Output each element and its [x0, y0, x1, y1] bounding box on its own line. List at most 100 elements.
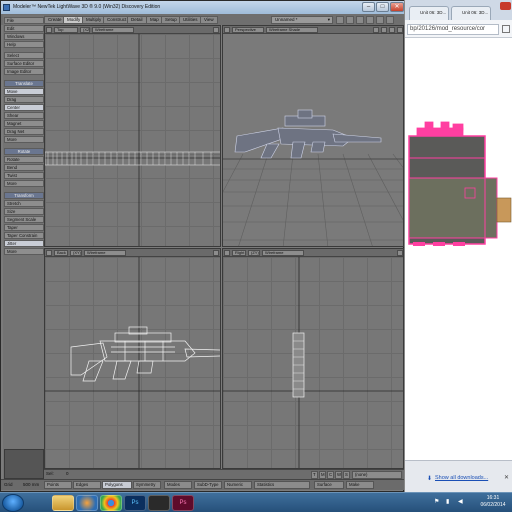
taper-constrain-button[interactable]: Taper Constrain: [4, 232, 44, 239]
rotate-button[interactable]: Rotate: [4, 156, 44, 163]
viewport-right[interactable]: Right (ZY) Wireframe: [222, 248, 404, 469]
drag-net-button[interactable]: Drag Net: [4, 128, 44, 135]
viewport-options-icon[interactable]: [213, 250, 219, 256]
viewport-maximize-icon[interactable]: [224, 27, 230, 33]
maximize-button[interactable]: □: [376, 2, 389, 12]
w-button[interactable]: W: [335, 471, 342, 479]
edit-button[interactable]: Edit: [4, 25, 44, 32]
segment-scale-button[interactable]: Segment Scale: [4, 216, 44, 223]
viewport-back[interactable]: Back (XY) Wireframe: [44, 248, 221, 469]
viewport-options-icon[interactable]: [213, 27, 219, 33]
edges-mode-button[interactable]: Edges: [73, 481, 101, 489]
windows-button[interactable]: Windows: [4, 33, 44, 40]
t-button[interactable]: T: [311, 471, 318, 479]
pan-icon[interactable]: [373, 27, 379, 33]
s-button[interactable]: S: [343, 471, 350, 479]
tab-detail[interactable]: Detail: [127, 16, 147, 24]
polygons-mode-button[interactable]: Polygons: [102, 481, 132, 489]
surface-button[interactable]: Surface: [314, 481, 344, 489]
layer-button-1[interactable]: [336, 16, 344, 24]
layer-dropdown[interactable]: Unnamed * ▾: [271, 16, 333, 24]
magnet-button[interactable]: Magnet: [4, 120, 44, 127]
jitter-button[interactable]: Jitter: [4, 240, 44, 247]
drag-button[interactable]: Drag: [4, 96, 44, 103]
photoshop-icon[interactable]: Ps: [124, 495, 146, 511]
layer-button-5[interactable]: [376, 16, 384, 24]
viewport-maximize-icon[interactable]: [46, 250, 52, 256]
taper-button[interactable]: Taper: [4, 224, 44, 231]
m-button[interactable]: M: [319, 471, 326, 479]
chrome-icon[interactable]: [100, 495, 122, 511]
media-player-icon[interactable]: [76, 495, 98, 511]
zoom-icon[interactable]: [389, 27, 395, 33]
close-icon[interactable]: ✕: [504, 474, 509, 481]
show-all-downloads-link[interactable]: Show all downloads...: [435, 475, 488, 481]
statistics-button[interactable]: Statistics: [254, 481, 310, 489]
volume-icon[interactable]: ◀: [458, 498, 463, 505]
select-button[interactable]: Select: [4, 52, 44, 59]
address-bar[interactable]: bp/20126/mod_resource/cor: [407, 24, 499, 35]
symmetry-button[interactable]: Symmetry: [133, 481, 161, 489]
viewport-perspective-view-select[interactable]: Perspective: [232, 27, 264, 33]
minimize-button[interactable]: –: [362, 2, 375, 12]
layer-button-3[interactable]: [356, 16, 364, 24]
tab-setup[interactable]: Setup: [161, 16, 181, 24]
image-editor-button[interactable]: Image Editor: [4, 68, 44, 75]
menu-icon[interactable]: [502, 25, 510, 33]
transform-more-button[interactable]: More: [4, 248, 44, 255]
viewport-top[interactable]: Top (XZ) Wireframe: [44, 25, 221, 247]
lightwave-icon[interactable]: [148, 495, 170, 511]
start-button[interactable]: [2, 494, 24, 512]
viewport-right-mode-select[interactable]: Wireframe: [262, 250, 304, 256]
file-button[interactable]: File: [4, 17, 44, 24]
viewport-right-grid[interactable]: [223, 257, 403, 468]
browser-close-icon[interactable]: [500, 2, 511, 10]
browser-tab-2[interactable]: Unit 06: 3D...: [451, 6, 491, 20]
viewport-options-icon[interactable]: [397, 27, 403, 33]
viewport-options-icon[interactable]: [397, 250, 403, 256]
tray-flag-icon[interactable]: ⚑: [434, 498, 439, 505]
c-button[interactable]: C: [327, 471, 334, 479]
translate-more-button[interactable]: More: [4, 136, 44, 143]
numeric-button[interactable]: Numeric: [224, 481, 252, 489]
stretch-button[interactable]: Stretch: [4, 200, 44, 207]
subd-type-button[interactable]: SubD-Type: [194, 481, 222, 489]
viewport-maximize-icon[interactable]: [46, 27, 52, 33]
modeler-title-bar[interactable]: Modeler™ NewTek LightWave 3D ® 9.0 (Win3…: [1, 1, 405, 14]
photoshop-icon[interactable]: Ps: [172, 495, 194, 511]
move-button[interactable]: Move: [4, 88, 44, 95]
viewport-back-view-select[interactable]: Back: [54, 250, 68, 256]
close-button[interactable]: ✕: [390, 2, 404, 12]
layer-button-6[interactable]: [386, 16, 394, 24]
viewport-maximize-icon[interactable]: [224, 250, 230, 256]
viewport-top-grid[interactable]: [45, 34, 220, 246]
system-clock[interactable]: 16:31 06/02/2014: [476, 495, 510, 509]
viewport-perspective-mode-select[interactable]: Wireframe Shade: [266, 27, 318, 33]
make-button[interactable]: Make: [346, 481, 374, 489]
center-button[interactable]: Center: [4, 104, 44, 111]
layer-button-2[interactable]: [346, 16, 354, 24]
surface-editor-button[interactable]: Surface Editor: [4, 60, 44, 67]
tab-view[interactable]: View: [200, 16, 218, 24]
viewport-right-view-select[interactable]: Right: [232, 250, 246, 256]
points-mode-button[interactable]: Points: [44, 481, 72, 489]
viewport-back-mode-select[interactable]: Wireframe: [84, 250, 126, 256]
viewport-back-grid[interactable]: [45, 257, 220, 468]
rotate-more-button[interactable]: More: [4, 180, 44, 187]
shear-button[interactable]: Shear: [4, 112, 44, 119]
rotate-view-icon[interactable]: [381, 27, 387, 33]
size-button[interactable]: Size: [4, 208, 44, 215]
network-icon[interactable]: ▮: [446, 498, 449, 505]
viewport-perspective-scene[interactable]: [223, 34, 403, 246]
tab-multiply[interactable]: Multiply: [82, 16, 106, 24]
bend-button[interactable]: Bend: [4, 164, 44, 171]
explorer-icon[interactable]: [52, 495, 74, 511]
twist-button[interactable]: Twist: [4, 172, 44, 179]
surface-select[interactable]: (none): [352, 471, 402, 479]
viewport-perspective[interactable]: Perspective Wireframe Shade: [222, 25, 404, 247]
viewport-top-view-select[interactable]: Top: [54, 27, 78, 33]
viewport-top-mode-select[interactable]: Wireframe: [92, 27, 134, 33]
browser-tab-1[interactable]: Unit 06: 3D...: [409, 6, 449, 20]
tab-utilities[interactable]: Utilities: [179, 16, 202, 24]
layer-button-4[interactable]: [366, 16, 374, 24]
